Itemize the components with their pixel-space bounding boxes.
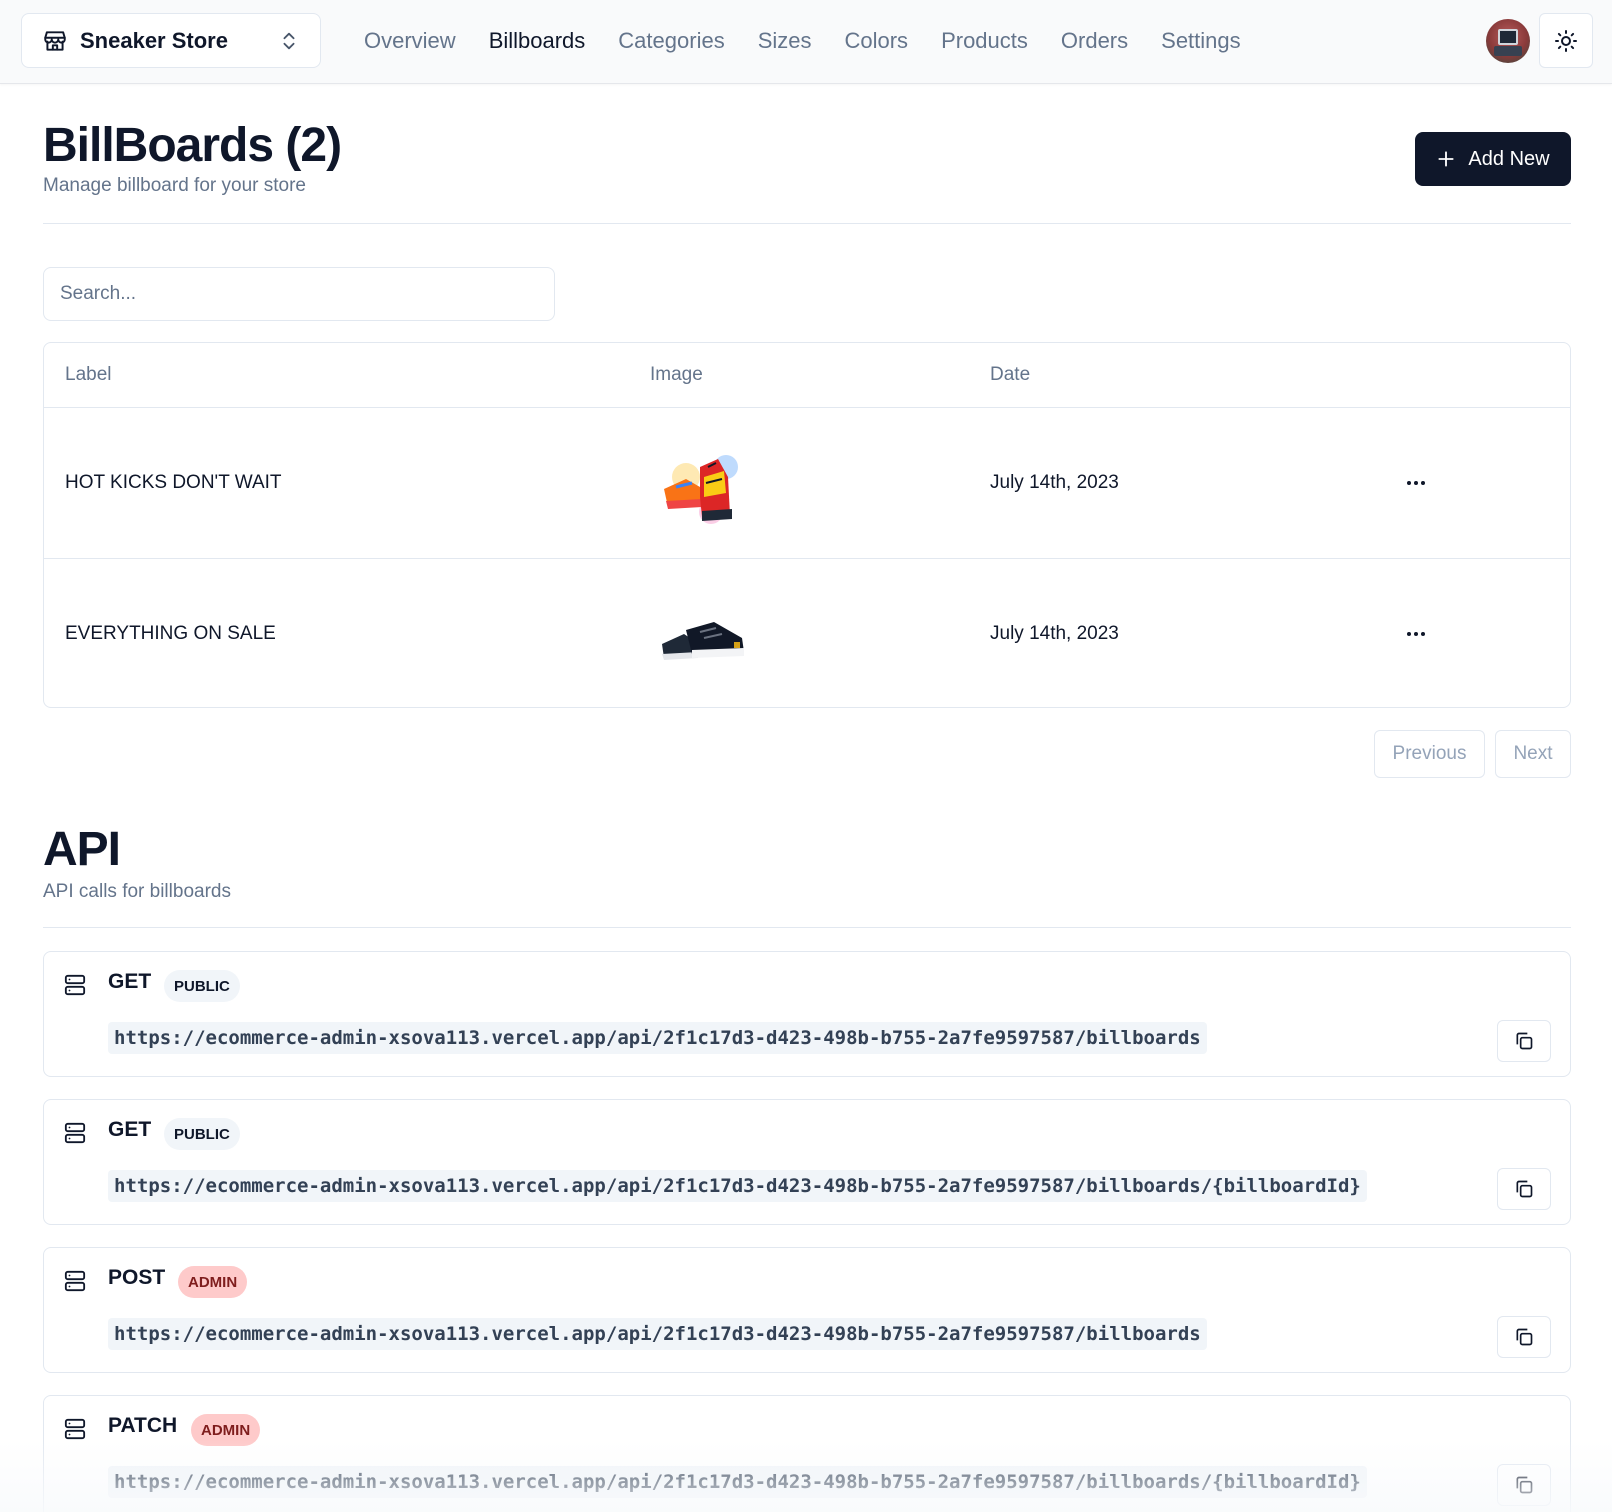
store-name: Sneaker Store — [80, 27, 228, 53]
more-horizontal-icon — [1407, 632, 1425, 636]
search-input[interactable] — [43, 267, 555, 321]
plus-icon — [1438, 151, 1455, 167]
nav-colors[interactable]: Colors — [844, 28, 908, 54]
chevrons-up-down-icon — [283, 32, 295, 49]
api-section-title: API — [43, 823, 121, 876]
column-header-date: Date — [990, 364, 1031, 385]
nav-products[interactable]: Products — [941, 28, 1028, 54]
page-title: BillBoards (2) — [43, 119, 342, 172]
black-sneakers-image — [662, 622, 744, 660]
copy-icon — [1516, 1032, 1533, 1050]
user-avatar[interactable] — [1486, 19, 1530, 63]
server-icon — [64, 1418, 86, 1440]
row-date: July 14th, 2023 — [990, 623, 1119, 644]
table-row: HOT KICKS DON'T WAIT July 14th, 2023 — [44, 408, 1570, 558]
copy-url-button[interactable] — [1497, 1316, 1551, 1358]
header-divider — [43, 223, 1571, 224]
copy-url-button[interactable] — [1497, 1168, 1551, 1210]
sun-icon — [1555, 29, 1577, 52]
copy-url-button[interactable] — [1497, 1020, 1551, 1062]
table-row: EVERYTHING ON SALE July 14th, 2023 — [44, 558, 1570, 707]
api-method: GET — [108, 970, 152, 993]
api-url: https://ecommerce-admin-xsova113.vercel.… — [108, 1466, 1367, 1498]
nav-orders[interactable]: Orders — [1061, 28, 1128, 54]
column-header-image: Image — [650, 364, 703, 385]
store-icon — [44, 30, 66, 51]
top-navbar: Sneaker Store Overview Billboards Catego… — [0, 0, 1612, 84]
nav-overview[interactable]: Overview — [364, 28, 456, 54]
store-switcher[interactable]: Sneaker Store — [21, 13, 321, 68]
copy-url-button[interactable] — [1497, 1464, 1551, 1506]
row-label: HOT KICKS DON'T WAIT — [65, 472, 282, 493]
add-new-label: Add New — [1468, 147, 1550, 170]
api-method: GET — [108, 1118, 152, 1141]
copy-icon — [1516, 1180, 1533, 1198]
api-url: https://ecommerce-admin-xsova113.vercel.… — [108, 1318, 1207, 1350]
copy-icon — [1516, 1328, 1533, 1346]
billboards-table: Label Image Date HOT KICKS DON'T WAIT Ju… — [43, 342, 1571, 708]
access-badge: PUBLIC — [164, 1118, 240, 1150]
more-horizontal-icon — [1407, 481, 1425, 485]
row-image — [656, 559, 748, 707]
api-route-card: POST ADMIN https://ecommerce-admin-xsova… — [43, 1247, 1571, 1373]
colorful-sneakers-image — [664, 455, 738, 524]
row-date: July 14th, 2023 — [990, 472, 1119, 493]
row-actions-button[interactable] — [1404, 471, 1428, 495]
next-page-button[interactable]: Next — [1495, 730, 1571, 778]
theme-toggle-button[interactable] — [1539, 13, 1593, 68]
api-url: https://ecommerce-admin-xsova113.vercel.… — [108, 1170, 1367, 1202]
column-header-label: Label — [65, 364, 112, 385]
nav-settings[interactable]: Settings — [1161, 28, 1241, 54]
api-url: https://ecommerce-admin-xsova113.vercel.… — [108, 1022, 1207, 1054]
previous-page-button[interactable]: Previous — [1374, 730, 1485, 778]
main-nav: Overview Billboards Categories Sizes Col… — [364, 0, 1274, 82]
row-actions-button[interactable] — [1404, 622, 1428, 646]
row-image — [656, 408, 748, 558]
api-route-card: PATCH ADMIN https://ecommerce-admin-xsov… — [43, 1395, 1571, 1512]
copy-icon — [1516, 1476, 1533, 1494]
server-icon — [64, 1270, 86, 1292]
api-section-subtitle: API calls for billboards — [43, 881, 231, 902]
page-subtitle: Manage billboard for your store — [43, 175, 306, 196]
server-icon — [64, 1122, 86, 1144]
access-badge: ADMIN — [191, 1414, 261, 1446]
access-badge: ADMIN — [178, 1266, 248, 1298]
api-divider — [43, 927, 1571, 928]
api-route-card: GET PUBLIC https://ecommerce-admin-xsova… — [43, 951, 1571, 1077]
api-method: PATCH — [108, 1414, 178, 1437]
add-new-button[interactable]: Add New — [1415, 132, 1571, 186]
nav-sizes[interactable]: Sizes — [758, 28, 812, 54]
row-label: EVERYTHING ON SALE — [65, 623, 276, 644]
api-route-card: GET PUBLIC https://ecommerce-admin-xsova… — [43, 1099, 1571, 1225]
nav-categories[interactable]: Categories — [618, 28, 724, 54]
nav-billboards[interactable]: Billboards — [489, 28, 586, 54]
server-icon — [64, 974, 86, 996]
api-method: POST — [108, 1266, 166, 1289]
access-badge: PUBLIC — [164, 970, 240, 1002]
